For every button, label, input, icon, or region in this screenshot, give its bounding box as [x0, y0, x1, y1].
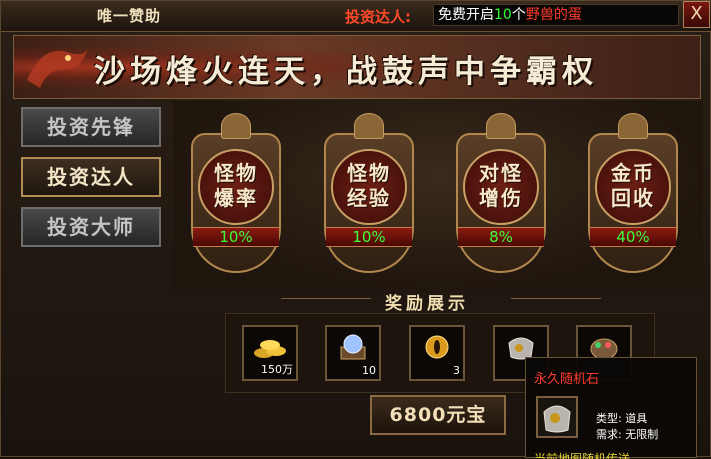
golden-eye-token-icon: [425, 335, 449, 359]
tooltip-item-icon-frame: [536, 396, 578, 438]
stat-value: 40%: [616, 228, 650, 246]
tooltip-item-type: 类型: 道具: [596, 412, 648, 425]
stat-label: 对怪 增伤: [479, 161, 523, 210]
stat-shield-exp: 怪物 经验 10%: [314, 113, 424, 283]
shield-crest-icon: [618, 113, 648, 139]
banner-slogan: 沙场烽火连天，战鼓声中争霸权: [94, 54, 598, 90]
close-button[interactable]: X: [683, 1, 710, 28]
tab-investment-expert[interactable]: 投资达人: [21, 157, 161, 197]
stat-value: 10%: [352, 228, 386, 246]
promo-message: 免费开启10个野兽的蛋: [433, 4, 679, 26]
sponsor-window: 唯一赞助 投资达人: 免费开启10个野兽的蛋 X 沙场烽火连天，战鼓声中争霸权 …: [0, 0, 711, 459]
reward-qty: 10: [362, 364, 376, 377]
divider-line-left: [281, 298, 371, 299]
reward-slot-chest[interactable]: 10: [325, 325, 381, 381]
promo-text: 免费开启: [438, 7, 494, 23]
reward-slot-token[interactable]: 3: [409, 325, 465, 381]
tab-investment-pioneer[interactable]: 投资先锋: [21, 107, 161, 147]
promo-count: 10: [494, 7, 512, 23]
tab-investment-master[interactable]: 投资大师: [21, 207, 161, 247]
stat-shield-gold-recycle: 金币 回收 40%: [578, 113, 688, 283]
stat-shield-damage: 对怪 增伤 8%: [446, 113, 556, 283]
shield-crest-icon: [221, 113, 251, 139]
shield-crest-icon: [486, 113, 516, 139]
tooltip-item-requirement: 需求: 无限制: [596, 428, 659, 441]
item-tooltip: 永久随机石 类型: 道具 需求: 无限制 当前地图随机传送: [525, 357, 697, 459]
promo-unit: 个: [511, 7, 526, 23]
purchase-button[interactable]: 6800元宝: [370, 395, 506, 435]
dragon-emblem-icon: [27, 48, 88, 88]
tooltip-item-description: 当前地图随机传送: [534, 452, 631, 459]
window-title: 唯一赞助: [97, 7, 162, 25]
tooltip-item-name: 永久随机石: [534, 372, 600, 387]
stat-shield-drop-rate: 怪物 爆率 10%: [181, 113, 291, 283]
reward-slot-gold[interactable]: 150万: [242, 325, 298, 381]
reward-title: 奖励展示: [385, 294, 469, 314]
promo-label: 投资达人:: [345, 8, 411, 26]
stat-label: 怪物 经验: [347, 161, 391, 210]
title-bar: 唯一赞助 投资达人: 免费开启10个野兽的蛋 X: [1, 1, 711, 32]
random-stone-icon: [543, 405, 571, 433]
stat-value: 8%: [489, 228, 513, 246]
shield-crest-icon: [354, 113, 384, 139]
promo-item: 野兽的蛋: [525, 7, 582, 23]
stat-value: 10%: [219, 228, 253, 246]
reward-qty: 3: [453, 364, 460, 377]
stat-label: 怪物 爆率: [214, 161, 258, 210]
reward-qty: 150万: [261, 363, 293, 376]
gold-coins-icon: [254, 340, 286, 358]
divider-line-right: [511, 298, 601, 299]
crystal-chest-icon: [340, 334, 366, 360]
banner: 沙场烽火连天，战鼓声中争霸权: [13, 35, 701, 99]
stat-label: 金币 回收: [611, 161, 655, 210]
